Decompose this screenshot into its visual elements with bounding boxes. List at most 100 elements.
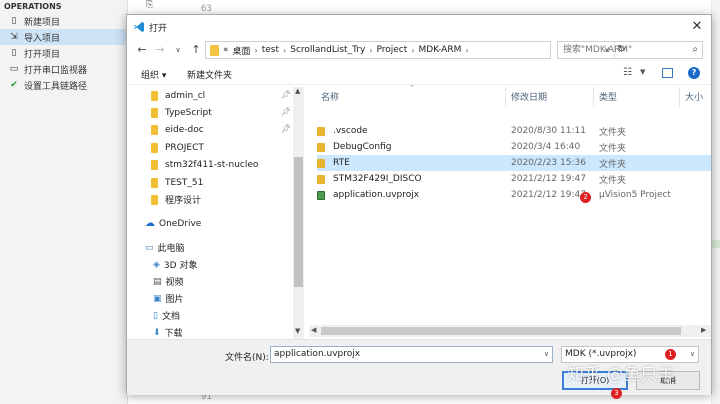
watermark: 知乎 @鱼只羊 [567,365,675,385]
computer-icon: ▭ [145,242,154,253]
breadcrumb-item[interactable]: test [262,45,279,55]
open-file-icon: ▯ [11,48,17,58]
ops-item-serial-monitor[interactable]: ▭ 打开串口监视器 [0,61,127,77]
open-file-dialog: 打开 ✕ ← → ∨ ↑ « 桌面 › test › ScrollandList… [126,14,712,399]
nav-item-eide-doc[interactable]: eide-doc 📌︎ [127,121,295,138]
annotation-badge: 1 [665,349,676,360]
back-arrow-icon[interactable]: ← [133,41,151,59]
breadcrumb-overflow[interactable]: « [223,45,229,55]
nav-item-programming[interactable]: 程序设计 [127,191,295,208]
close-icon[interactable]: ✕ [689,19,705,35]
scroll-thumb[interactable] [321,327,681,335]
breadcrumb-item[interactable]: 桌面 [233,44,251,57]
folder-icon [317,126,325,136]
nav-item-documents[interactable]: ▯ 文档 [127,307,295,324]
nav-item-label: 文档 [161,312,180,322]
serial-monitor-icon: ▭ [9,64,19,74]
file-row[interactable]: application.uvprojx 2021/2/12 19:47 µVisio… [317,187,711,203]
scroll-up-icon[interactable]: ▲ [295,87,300,95]
line-number: 63 [201,4,212,14]
nav-item-admin-cl[interactable]: admin_cl 📌︎ [127,87,295,104]
recent-dropdown-icon[interactable]: ∨ [169,41,187,59]
file-modified: 2020/3/4 16:40 [511,142,581,152]
file-row[interactable]: STM32F429I_DISCO 2021/2/12 19:47 文件夹 [317,171,711,187]
search-input[interactable]: 搜索"MDK-ARM" ⌕ [557,41,703,59]
nav-item-this-pc[interactable]: ▭ 此电脑 [127,239,295,256]
forward-arrow-icon[interactable]: → [151,41,169,59]
nav-scrollbar[interactable]: ▲ ▼ [293,87,304,339]
nav-item-videos[interactable]: ▤ 视频 [127,273,295,290]
preview-pane-icon[interactable] [662,68,673,78]
chevron-right-icon: › [254,45,258,55]
annotation-badge: 2 [580,192,591,203]
column-divider[interactable] [593,87,594,107]
organize-button[interactable]: 组织 ▾ [141,68,166,81]
breadcrumb-item[interactable]: MDK-ARM [418,45,461,55]
chevron-right-icon: › [465,45,469,55]
nav-item-onedrive[interactable]: ☁ OneDrive [127,215,295,232]
search-icon: ⌕ [692,44,698,55]
pin-icon: 📌︎ [281,90,292,99]
nav-item-test51[interactable]: TEST_51 [127,174,295,191]
nav-item-3d-objects[interactable]: ◈ 3D 对象 [127,256,295,273]
nav-item-stm32f411[interactable]: stm32f411-st-nucleo [127,156,295,173]
chevron-down-icon[interactable]: ∨ [544,347,549,362]
vscode-sidebar: OPERATIONS ▯ 新建项目 ⇲ 导入项目 ▯ 打开项目 ▭ 打开串口监视器 ✔ 设… [0,0,128,404]
chevron-down-icon[interactable]: ∨ [690,347,695,362]
scroll-thumb[interactable] [294,157,303,287]
pin-icon: 📌︎ [281,124,292,133]
file-row[interactable]: .vscode 2020/8/30 11:11 文件夹 [317,123,711,139]
nav-item-label: PROJECT [165,142,204,153]
column-divider[interactable] [679,87,680,107]
folder-icon [151,194,158,205]
column-header-size[interactable]: 大小 [685,90,703,103]
nav-item-label: 此电脑 [157,244,185,254]
file-name: RTE [333,158,350,168]
nav-item-typescript[interactable]: TypeScript 📌︎ [127,104,295,121]
ops-item-import-project[interactable]: ⇲ 导入项目 [0,29,127,45]
breadcrumb-item[interactable]: Project [376,45,407,55]
chevron-down-icon[interactable]: ▼ [640,68,645,76]
view-options-icon[interactable]: ☷ [623,68,635,78]
file-row[interactable]: RTE 2020/2/23 15:36 文件夹 [317,155,711,171]
scroll-left-icon[interactable]: ◀ [311,326,316,334]
help-icon[interactable]: ? [688,67,700,79]
file-name: .vscode [333,126,368,136]
editor-scrollbar[interactable] [711,0,720,404]
column-header-name[interactable]: 名称 [321,90,339,103]
nav-item-label: 3D 对象 [163,261,198,271]
cloud-icon: ☁ [145,218,155,229]
nav-item-downloads[interactable]: ⬇ 下载 [127,324,295,340]
video-icon: ▤ [153,276,162,287]
column-header-type[interactable]: 类型 [599,90,617,103]
file-name: application.uvprojx [333,190,420,200]
folder-icon [317,142,325,152]
file-type: 文件夹 [599,175,627,186]
ops-item-toolchain[interactable]: ✔ 设置工具链路径 [0,77,127,93]
scroll-right-icon[interactable]: ▶ [701,326,706,334]
diff-marker [712,240,720,248]
search-placeholder: 搜索"MDK-ARM" [563,45,633,55]
clipboard-icon[interactable]: ⎘ [146,0,156,10]
nav-item-pictures[interactable]: ▣ 图片 [127,290,295,307]
folder-icon [151,177,158,188]
pin-icon: 📌︎ [281,107,292,116]
document-icon: ▯ [153,310,158,321]
ops-item-new-project[interactable]: ▯ 新建项目 [0,13,127,29]
column-header-modified[interactable]: 修改日期 [511,90,547,103]
ops-item-open-project[interactable]: ▯ 打开项目 [0,45,127,61]
list-horizontal-scrollbar[interactable]: ◀ ▶ [309,325,711,337]
filename-input[interactable]: application.uvprojx ∨ [270,346,553,363]
breadcrumb-item[interactable]: ScrollandList_Try [290,45,365,55]
up-arrow-icon[interactable]: ↑ [187,41,205,59]
file-row[interactable]: DebugConfig 2020/3/4 16:40 文件夹 [317,139,711,155]
uvision-project-icon [317,190,325,200]
check-circle-icon: ✔ [10,80,18,90]
scroll-down-icon[interactable]: ▼ [295,327,300,335]
new-folder-button[interactable]: 新建文件夹 [187,68,232,81]
address-bar[interactable]: « 桌面 › test › ScrollandList_Try › Projec… [205,41,626,59]
column-divider[interactable] [505,87,506,107]
file-type: µVision5 Project [599,190,671,200]
nav-item-label: OneDrive [159,218,202,229]
nav-item-project[interactable]: PROJECT [127,139,295,156]
